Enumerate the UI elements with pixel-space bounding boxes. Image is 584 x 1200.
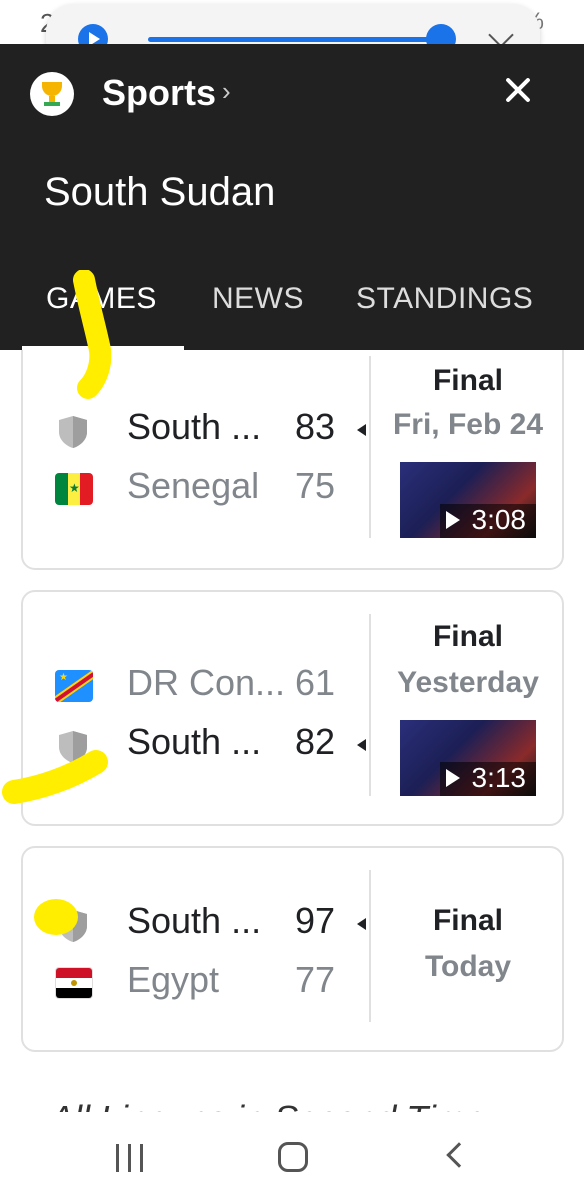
back-icon[interactable]	[446, 1142, 472, 1168]
team-name: South ...	[127, 900, 262, 941]
page-title: South Sudan	[44, 170, 276, 214]
team-name: Senegal	[127, 465, 260, 506]
recents-icon[interactable]	[116, 1144, 146, 1172]
team-score: 61	[295, 662, 336, 703]
yellow-scribble	[34, 899, 78, 935]
tab-news[interactable]: NEWS	[212, 282, 304, 316]
dr-congo-flag-icon: ★	[55, 670, 95, 706]
winner-arrow-icon	[357, 739, 366, 751]
highlight-video-thumbnail[interactable]: 3:13	[400, 720, 536, 796]
team-row: ★ Senegal 75	[55, 465, 365, 513]
winner-arrow-icon	[357, 424, 366, 436]
egypt-flag-icon	[55, 967, 95, 1003]
team-row: South ... 83	[55, 406, 366, 454]
yellow-scribble	[2, 750, 108, 804]
trophy-icon	[30, 72, 74, 116]
team-score: 75	[295, 465, 336, 506]
divider	[369, 356, 371, 538]
divider	[369, 870, 371, 1022]
game-date: Yesterday	[397, 666, 539, 699]
close-icon[interactable]	[500, 72, 536, 108]
play-icon	[446, 769, 460, 787]
game-date: Today	[424, 950, 512, 983]
game-date: Fri, Feb 24	[392, 408, 544, 441]
team-name: South ...	[127, 721, 262, 762]
shield-icon	[55, 414, 95, 450]
team-name: Egypt	[127, 959, 220, 1000]
seek-bar[interactable]	[148, 37, 442, 42]
divider	[369, 614, 371, 796]
team-name: South ...	[127, 406, 262, 447]
game-status: Final	[432, 904, 503, 937]
team-score: 77	[295, 959, 336, 1000]
chevron-right-icon: ›	[222, 76, 231, 106]
winner-arrow-icon	[357, 918, 366, 930]
play-icon	[446, 511, 460, 529]
yellow-scribble	[73, 270, 112, 399]
senegal-flag-icon: ★	[55, 473, 95, 509]
team-row: South ... 97	[55, 900, 366, 948]
team-name: DR Con...	[127, 662, 286, 703]
tab-standings[interactable]: STANDINGS	[356, 282, 533, 316]
video-duration: 3:08	[471, 504, 527, 535]
game-card[interactable]: South ... 97 Egypt 77 Final Today	[21, 846, 564, 1052]
team-score: 82	[295, 721, 336, 762]
game-status: Final	[432, 364, 503, 397]
team-row: Egypt 77	[55, 959, 365, 1007]
highlight-video-thumbnail[interactable]: 3:08	[400, 462, 536, 538]
home-icon[interactable]	[278, 1142, 308, 1172]
team-score: 83	[295, 406, 336, 447]
video-duration: 3:13	[471, 762, 527, 793]
app-title[interactable]: Sports	[102, 72, 216, 114]
system-nav-bar	[0, 1112, 584, 1200]
team-score: 97	[295, 900, 336, 941]
team-row: ★ DR Con... 61	[55, 662, 365, 710]
game-status: Final	[432, 620, 503, 653]
